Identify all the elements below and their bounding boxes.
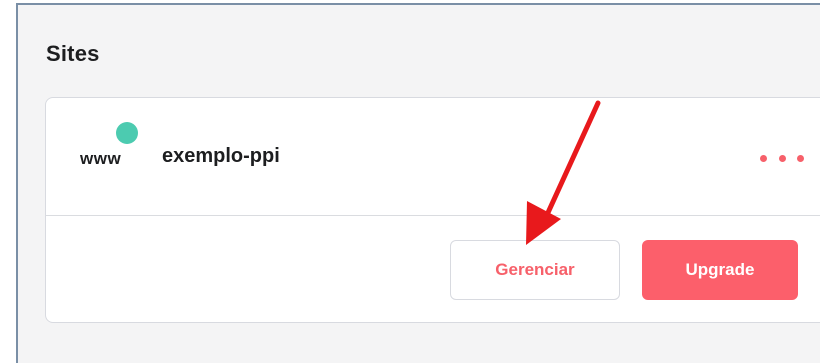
more-options-button[interactable] bbox=[760, 147, 804, 169]
site-card: www exemplo-ppi Gerenciar Upgrade bbox=[45, 97, 820, 323]
manage-button[interactable]: Gerenciar bbox=[450, 240, 620, 300]
more-horizontal-icon-dot bbox=[760, 154, 767, 162]
website-icon: www bbox=[80, 122, 140, 182]
site-card-header: www exemplo-ppi bbox=[46, 98, 820, 216]
status-dot-icon bbox=[116, 122, 138, 144]
upgrade-button[interactable]: Upgrade bbox=[642, 240, 798, 300]
panel-title: Sites bbox=[46, 41, 100, 66]
website-icon-label: www bbox=[80, 149, 122, 168]
screenshot-frame: Sites www exemplo-ppi Gerenciar Upgrade bbox=[0, 0, 820, 363]
site-name: exemplo-ppi bbox=[162, 145, 280, 167]
more-horizontal-icon-dot bbox=[778, 154, 786, 162]
more-horizontal-icon-dot bbox=[797, 154, 804, 162]
